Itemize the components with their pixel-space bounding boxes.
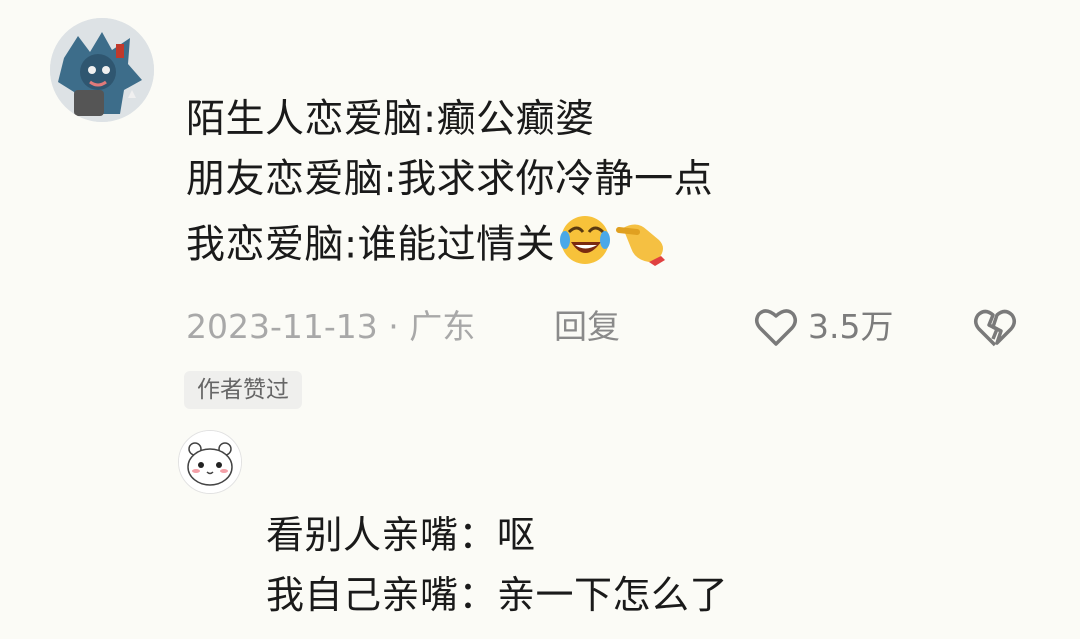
author-liked-badge: 作者赞过	[184, 371, 302, 409]
comment-body: 陌生人恋爱脑:癫公癫婆 朋友恋爱脑:我求求你冷静一点 我恋爱脑:谁能过情关	[186, 90, 713, 270]
replier-avatar[interactable]	[178, 430, 242, 494]
dislike-button[interactable]	[972, 307, 1018, 360]
like-count: 3.5万	[808, 307, 894, 346]
like-button[interactable]: 3.5万	[754, 305, 893, 349]
commenter-avatar[interactable]	[50, 18, 154, 122]
reply-button[interactable]: 回复	[554, 305, 620, 349]
reply-body: 看别人亲嘴：呕 我自己亲嘴：亲一下怎么了	[266, 505, 728, 625]
broken-heart-icon	[974, 309, 1016, 347]
reply-line: 我自己亲嘴：亲一下怎么了	[266, 573, 729, 617]
comment-line: 我恋爱脑:谁能过情关	[186, 210, 713, 270]
comment-line: 朋友恋爱脑:我求求你冷静一点	[186, 157, 714, 202]
reply-line: 看别人亲嘴：呕	[266, 513, 536, 557]
rofl-emoji-icon	[557, 210, 613, 284]
comment-date-location: 2023-11-13 · 广东	[186, 307, 476, 346]
pointing-hand-icon	[615, 210, 671, 284]
heart-icon	[755, 309, 797, 346]
comment-line-text: 我恋爱脑:谁能过情关	[186, 222, 556, 268]
comment-meta-row: 2023-11-13 · 广东 回复 3.5万	[186, 305, 1046, 349]
comment-line: 陌生人恋爱脑:癫公癫婆	[186, 97, 595, 142]
